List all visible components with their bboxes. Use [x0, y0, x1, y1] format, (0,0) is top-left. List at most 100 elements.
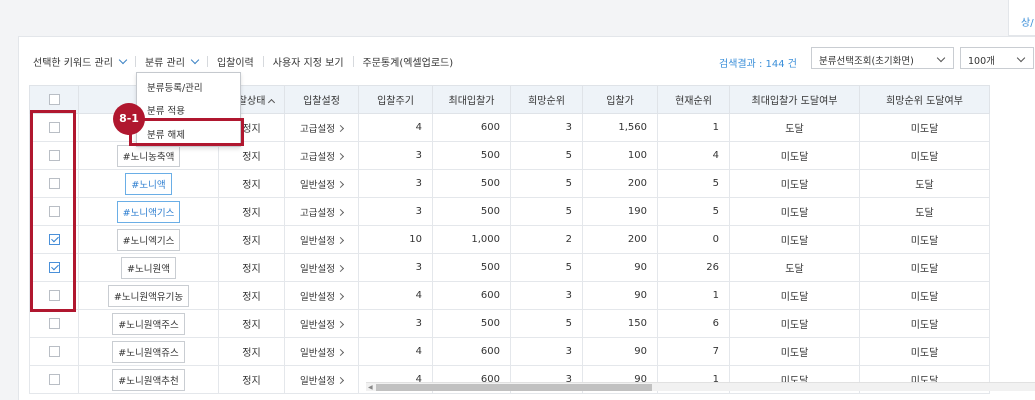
order-stats-button[interactable]: 주문통계(엑셀업로드) — [363, 54, 454, 69]
row-select-cell[interactable] — [29, 365, 79, 394]
target-rank-cell: 3 — [510, 281, 583, 310]
bid-setting-cell[interactable]: 일반설정 — [284, 169, 359, 198]
bid-setting-cell[interactable]: 일반설정 — [284, 281, 359, 310]
horizontal-scrollbar[interactable]: ◀ — [366, 382, 1035, 391]
bid-setting-link[interactable]: 일반설정 — [300, 261, 345, 275]
table-row[interactable]: #노니액 정지 일반설정 3 500 5 200 5 미도달 도달 — [29, 169, 990, 198]
checkbox[interactable] — [48, 345, 60, 357]
bid-setting-cell[interactable]: 고급설정 — [284, 197, 359, 226]
max-bid-cell: 500 — [432, 169, 511, 198]
bid-setting-cell[interactable]: 고급설정 — [284, 141, 359, 170]
keyword-cell: #노니원액유기농 — [78, 281, 219, 310]
header-current-rank[interactable]: 현재순위 — [657, 85, 730, 114]
keyword-cell: #노니액기스 — [78, 197, 219, 226]
keyword-tag[interactable]: #노니엑기스 — [116, 228, 181, 251]
bid-setting-link[interactable]: 일반설정 — [300, 233, 345, 247]
tab-top-right[interactable]: 상/ — [1008, 0, 1035, 36]
bid-setting-cell[interactable]: 일반설정 — [284, 225, 359, 254]
chevron-right-icon — [336, 236, 345, 244]
keyword-tag[interactable]: #노니액기스 — [116, 200, 181, 223]
bid-cycle-cell: 3 — [358, 253, 433, 282]
keyword-tag[interactable]: #노니농축액 — [116, 144, 181, 167]
scrollbar-thumb[interactable] — [376, 384, 652, 391]
bid-setting-cell[interactable]: 일반설정 — [284, 365, 359, 394]
custom-view-button[interactable]: 사용자 지정 보기 — [273, 54, 344, 69]
keyword-tag[interactable]: #노니원액유기농 — [107, 284, 190, 307]
current-rank-cell: 5 — [657, 169, 730, 198]
bid-cell: 90 — [582, 337, 658, 366]
max-bid-cell: 600 — [432, 113, 511, 142]
bid-setting-cell[interactable]: 일반설정 — [284, 253, 359, 282]
current-rank-cell: 1 — [657, 113, 730, 142]
search-result-count: 검색결과 : 144 건 — [719, 59, 797, 70]
bid-setting-link[interactable]: 일반설정 — [300, 289, 345, 303]
header-max-reached[interactable]: 최대입찰가 도달여부 — [729, 85, 860, 114]
bid-setting-link[interactable]: 고급설정 — [300, 149, 345, 163]
max-reached-cell: 도달 — [729, 113, 860, 142]
bid-setting-link[interactable]: 고급설정 — [300, 121, 345, 135]
row-select-cell[interactable] — [29, 337, 79, 366]
header-bid-setting[interactable]: 입찰설정 — [284, 85, 359, 114]
header-bid-cycle[interactable]: 입찰주기 — [358, 85, 433, 114]
table-row[interactable]: #노니원액쥬스 정지 일반설정 4 600 3 90 7 미도달 미도달 — [29, 337, 990, 366]
table-row[interactable]: #노니원액 정지 일반설정 3 500 5 90 26 도달 미도달 — [29, 253, 990, 282]
table-row[interactable]: #노니원액유기농 정지 일반설정 4 600 3 90 1 미도달 미도달 — [29, 281, 990, 310]
bid-cycle-cell: 3 — [358, 141, 433, 170]
category-select[interactable]: 분류선택조회(초기화면) — [811, 47, 954, 69]
keyword-tag[interactable]: #노니액 — [125, 172, 172, 195]
bid-setting-link[interactable]: 일반설정 — [300, 317, 345, 331]
menu-label: 분류 관리 — [144, 57, 185, 69]
page: 상/ 선택한 키워드 관리 분류 관리 입찰이력 사용자 지정 보기 주문통계(… — [0, 0, 1035, 400]
keyword-cell: #노니원액쥬스 — [78, 337, 219, 366]
header-target-rank[interactable]: 희망순위 — [510, 85, 583, 114]
max-reached-cell: 미도달 — [729, 225, 860, 254]
category-manage-menu[interactable]: 분류 관리 — [144, 54, 200, 69]
keyword-cell: #노니원액 — [78, 253, 219, 282]
checkbox[interactable] — [48, 317, 60, 329]
bid-setting-link[interactable]: 고급설정 — [300, 205, 345, 219]
rank-reached-cell: 도달 — [859, 197, 990, 226]
menu-label: 선택한 키워드 관리 — [33, 57, 113, 69]
step-badge: 8-1 — [113, 103, 145, 135]
rank-reached-cell: 도달 — [859, 169, 990, 198]
checkbox[interactable] — [48, 93, 60, 105]
menu-item-category-apply[interactable]: 분류 적용 — [147, 103, 185, 117]
rank-reached-cell: 미도달 — [859, 337, 990, 366]
header-bid[interactable]: 입찰가 — [582, 85, 658, 114]
bid-setting-cell[interactable]: 일반설정 — [284, 309, 359, 338]
page-size-select[interactable]: 100개 — [960, 47, 1034, 69]
bid-setting-cell[interactable]: 일반설정 — [284, 337, 359, 366]
chevron-down-icon — [936, 53, 946, 63]
menu-item-category-register[interactable]: 분류등록/관리 — [147, 80, 203, 94]
table-row[interactable]: #노니엑기스 정지 일반설정 10 1,000 2 200 0 미도달 미도달 — [29, 225, 990, 254]
checkbox[interactable] — [48, 373, 60, 385]
selected-keyword-menu[interactable]: 선택한 키워드 관리 — [33, 54, 128, 69]
bid-setting-link[interactable]: 일반설정 — [300, 177, 345, 191]
header-rank-reached[interactable]: 희망순위 도달여부 — [859, 85, 990, 114]
bid-setting-link[interactable]: 일반설정 — [300, 345, 345, 359]
max-reached-cell: 미도달 — [729, 309, 860, 338]
chevron-right-icon — [336, 208, 345, 216]
keyword-tag[interactable]: #노니원액주스 — [112, 312, 185, 335]
row-select-cell[interactable] — [29, 309, 79, 338]
keyword-tag[interactable]: #노니원액추천 — [112, 368, 185, 391]
scroll-left-icon[interactable]: ◀ — [368, 384, 373, 391]
divider — [352, 55, 354, 67]
keyword-tag[interactable]: #노니원액 — [121, 256, 176, 279]
bid-setting-label: 일반설정 — [300, 179, 335, 191]
bid-status-cell: 정지 — [218, 225, 285, 254]
select-value: 분류선택조회(초기화면) — [819, 56, 914, 67]
keyword-tag[interactable]: #노니원액쥬스 — [112, 340, 185, 363]
header-max-bid[interactable]: 최대입찰가 — [432, 85, 511, 114]
bid-status-cell: 정지 — [218, 281, 285, 310]
bid-setting-label: 일반설정 — [300, 263, 335, 275]
table-row[interactable]: #노니원액주스 정지 일반설정 3 500 5 150 6 미도달 미도달 — [29, 309, 990, 338]
menu-label: 입찰이력 — [216, 57, 254, 69]
select-value: 100개 — [968, 56, 995, 67]
table-row[interactable]: #노니액기스 정지 고급설정 3 500 5 190 5 미도달 도달 — [29, 197, 990, 226]
bid-history-button[interactable]: 입찰이력 — [217, 54, 254, 69]
bid-setting-cell[interactable]: 고급설정 — [284, 113, 359, 142]
target-rank-cell: 2 — [510, 225, 583, 254]
bid-setting-link[interactable]: 일반설정 — [300, 373, 345, 387]
target-rank-cell: 5 — [510, 309, 583, 338]
